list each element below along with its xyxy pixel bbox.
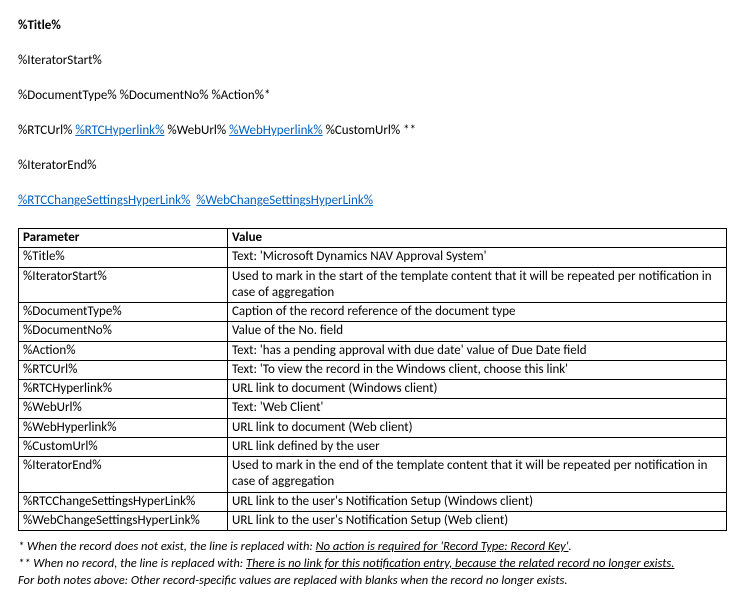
table-row: %DocumentNo%Value of the No. field [19,322,727,341]
cell-parameter: %DocumentNo% [19,322,228,341]
cell-value: Value of the No. field [228,322,727,341]
rtc-change-settings-hyperlink[interactable]: %RTCChangeSettingsHyperLink% [18,193,190,208]
doc-type-token: %DocumentType% [18,88,117,103]
footnote-3: For both notes above: Other record-speci… [18,573,727,590]
cell-value: Text: 'To view the record in the Windows… [228,360,727,379]
web-hyperlink[interactable]: %WebHyperlink% [229,123,323,138]
footnote-marker-2: ** [403,123,416,138]
cell-value: URL link to document (Windows client) [228,380,727,399]
table-row: %Action%Text: 'has a pending approval wi… [19,341,727,360]
table-row: %WebUrl%Text: 'Web Client' [19,399,727,418]
table-row: %IteratorStart%Used to mark in the start… [19,267,727,303]
footnote-2: ** When no record, the line is replaced … [18,556,727,573]
footnote-marker-1: * [264,88,270,103]
table-row: %RTCHyperlink%URL link to document (Wind… [19,380,727,399]
url-line: %RTCUrl% %RTCHyperlink% %WebUrl% %WebHyp… [18,123,727,138]
cell-parameter: %Title% [19,248,228,267]
document-line: %DocumentType% %DocumentNo% %Action%* [18,88,727,103]
table-row: %RTCUrl%Text: 'To view the record in the… [19,360,727,379]
footnote-1-prefix: * When the record does not exist, the li… [18,539,316,554]
table-row: %WebHyperlink%URL link to document (Web … [19,418,727,437]
footnote-1: * When the record does not exist, the li… [18,539,727,556]
action-token: %Action% [211,88,264,103]
cell-parameter: %RTCChangeSettingsHyperLink% [19,492,228,511]
cell-parameter: %WebUrl% [19,399,228,418]
cell-parameter: %IteratorEnd% [19,457,228,493]
web-change-settings-hyperlink[interactable]: %WebChangeSettingsHyperLink% [196,193,373,208]
table-header-row: Parameter Value [19,229,727,248]
table-row: %IteratorEnd%Used to mark in the end of … [19,457,727,493]
cell-parameter: %WebChangeSettingsHyperLink% [19,511,228,530]
cell-value: Caption of the record reference of the d… [228,303,727,322]
footnote-2-underline: There is no link for this notification e… [246,556,674,571]
cell-parameter: %RTCHyperlink% [19,380,228,399]
page-title: %Title% [18,18,727,33]
rtc-url-token: %RTCUrl% [18,123,72,138]
cell-value: Text: 'has a pending approval with due d… [228,341,727,360]
table-row: %RTCChangeSettingsHyperLink%URL link to … [19,492,727,511]
iterator-end-token: %IteratorEnd% [18,158,727,173]
cell-value: URL link to document (Web client) [228,418,727,437]
doc-no-token: %DocumentNo% [120,88,209,103]
web-url-token: %WebUrl% [167,123,226,138]
cell-value: Text: 'Microsoft Dynamics NAV Approval S… [228,248,727,267]
table-row: %CustomUrl%URL link defined by the user [19,437,727,456]
cell-parameter: %CustomUrl% [19,437,228,456]
footnote-2-prefix: ** When no record, the line is replaced … [18,556,246,571]
table-row: %WebChangeSettingsHyperLink%URL link to … [19,511,727,530]
cell-parameter: %IteratorStart% [19,267,228,303]
table-row: %Title%Text: 'Microsoft Dynamics NAV App… [19,248,727,267]
footnotes: * When the record does not exist, the li… [18,539,727,590]
settings-line: %RTCChangeSettingsHyperLink% %WebChangeS… [18,193,727,208]
rtc-hyperlink[interactable]: %RTCHyperlink% [75,123,164,138]
col-header-value: Value [228,229,727,248]
cell-value: URL link to the user's Notification Setu… [228,492,727,511]
col-header-parameter: Parameter [19,229,228,248]
footnote-1-underline: No action is required for 'Record Type: … [316,539,569,554]
footnote-1-suffix: . [568,539,571,554]
cell-parameter: %WebHyperlink% [19,418,228,437]
cell-parameter: %Action% [19,341,228,360]
cell-parameter: %RTCUrl% [19,360,228,379]
parameters-table: Parameter Value %Title%Text: 'Microsoft … [18,228,727,531]
iterator-start-token: %IteratorStart% [18,53,727,68]
cell-value: Text: 'Web Client' [228,399,727,418]
cell-parameter: %DocumentType% [19,303,228,322]
cell-value: URL link to the user's Notification Setu… [228,511,727,530]
cell-value: Used to mark in the start of the templat… [228,267,727,303]
custom-url-token: %CustomUrl% [326,123,401,138]
table-row: %DocumentType%Caption of the record refe… [19,303,727,322]
cell-value: Used to mark in the end of the template … [228,457,727,493]
cell-value: URL link defined by the user [228,437,727,456]
